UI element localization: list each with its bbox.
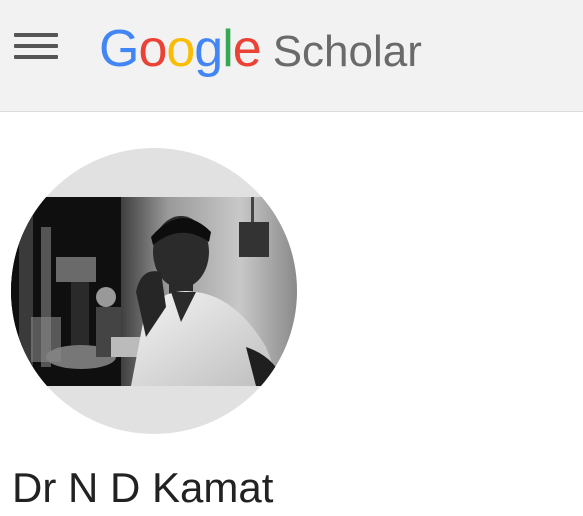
profile-photo	[11, 197, 297, 386]
google-letter: o	[138, 20, 167, 78]
hamburger-menu-icon[interactable]	[14, 33, 58, 59]
profile-name: Dr N D Kamat	[12, 464, 274, 511]
menu-line	[14, 33, 58, 37]
google-letter: o	[166, 20, 195, 78]
avatar	[11, 148, 297, 434]
profile-photo-image	[11, 197, 297, 386]
google-scholar-logo[interactable]: Google Scholar	[99, 14, 422, 84]
header: Google Scholar	[0, 0, 583, 112]
google-letter: G	[99, 20, 139, 78]
google-wordmark: Google	[99, 14, 262, 84]
google-letter: g	[194, 20, 223, 78]
menu-line	[14, 55, 58, 59]
google-letter: e	[232, 20, 262, 78]
scholar-wordmark: Scholar	[272, 27, 422, 76]
google-letter: l	[222, 20, 234, 78]
menu-line	[14, 44, 58, 48]
